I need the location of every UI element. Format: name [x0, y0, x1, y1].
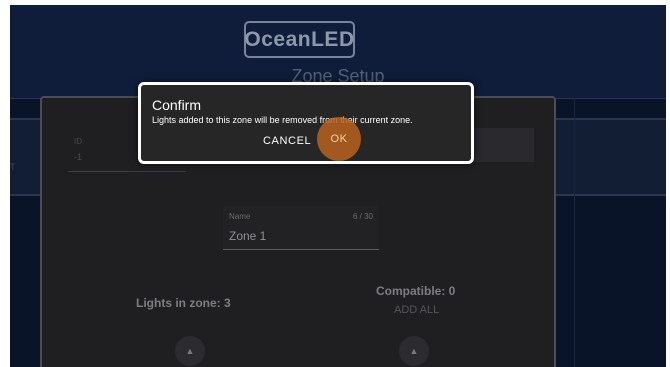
oceanled-logo: OceanLED	[244, 21, 355, 58]
background-row-text: T	[10, 162, 16, 172]
zone-lights-up-button[interactable]: ▲	[175, 336, 205, 366]
add-all-button[interactable]: ADD ALL	[394, 304, 439, 316]
id-label: ID	[74, 137, 82, 146]
compatible-label: Compatible: 0	[376, 284, 456, 298]
background-divider	[574, 98, 575, 367]
ok-button[interactable]: OK	[317, 117, 361, 161]
name-label: Name	[229, 212, 251, 221]
chevron-up-icon: ▲	[409, 346, 419, 356]
chevron-up-icon: ▲	[185, 346, 195, 356]
id-value: -1	[74, 152, 83, 162]
lights-in-zone-label: Lights in zone: 3	[136, 296, 231, 310]
zone-name-input[interactable]: Zone 1	[229, 229, 266, 243]
cancel-button[interactable]: CANCEL	[259, 133, 315, 149]
dialog-message: Lights added to this zone will be remove…	[152, 115, 413, 125]
app-screen: OceanLED Zone Setup T ID -1 Name 6 / 30 …	[10, 5, 666, 367]
dialog-title: Confirm	[152, 97, 202, 113]
confirm-dialog: Confirm Lights added to this zone will b…	[138, 82, 474, 164]
name-char-count: 6 / 30	[352, 212, 373, 221]
zone-name-field[interactable]: Name 6 / 30 Zone 1	[223, 206, 379, 250]
compatible-lights-up-button[interactable]: ▲	[399, 336, 429, 366]
